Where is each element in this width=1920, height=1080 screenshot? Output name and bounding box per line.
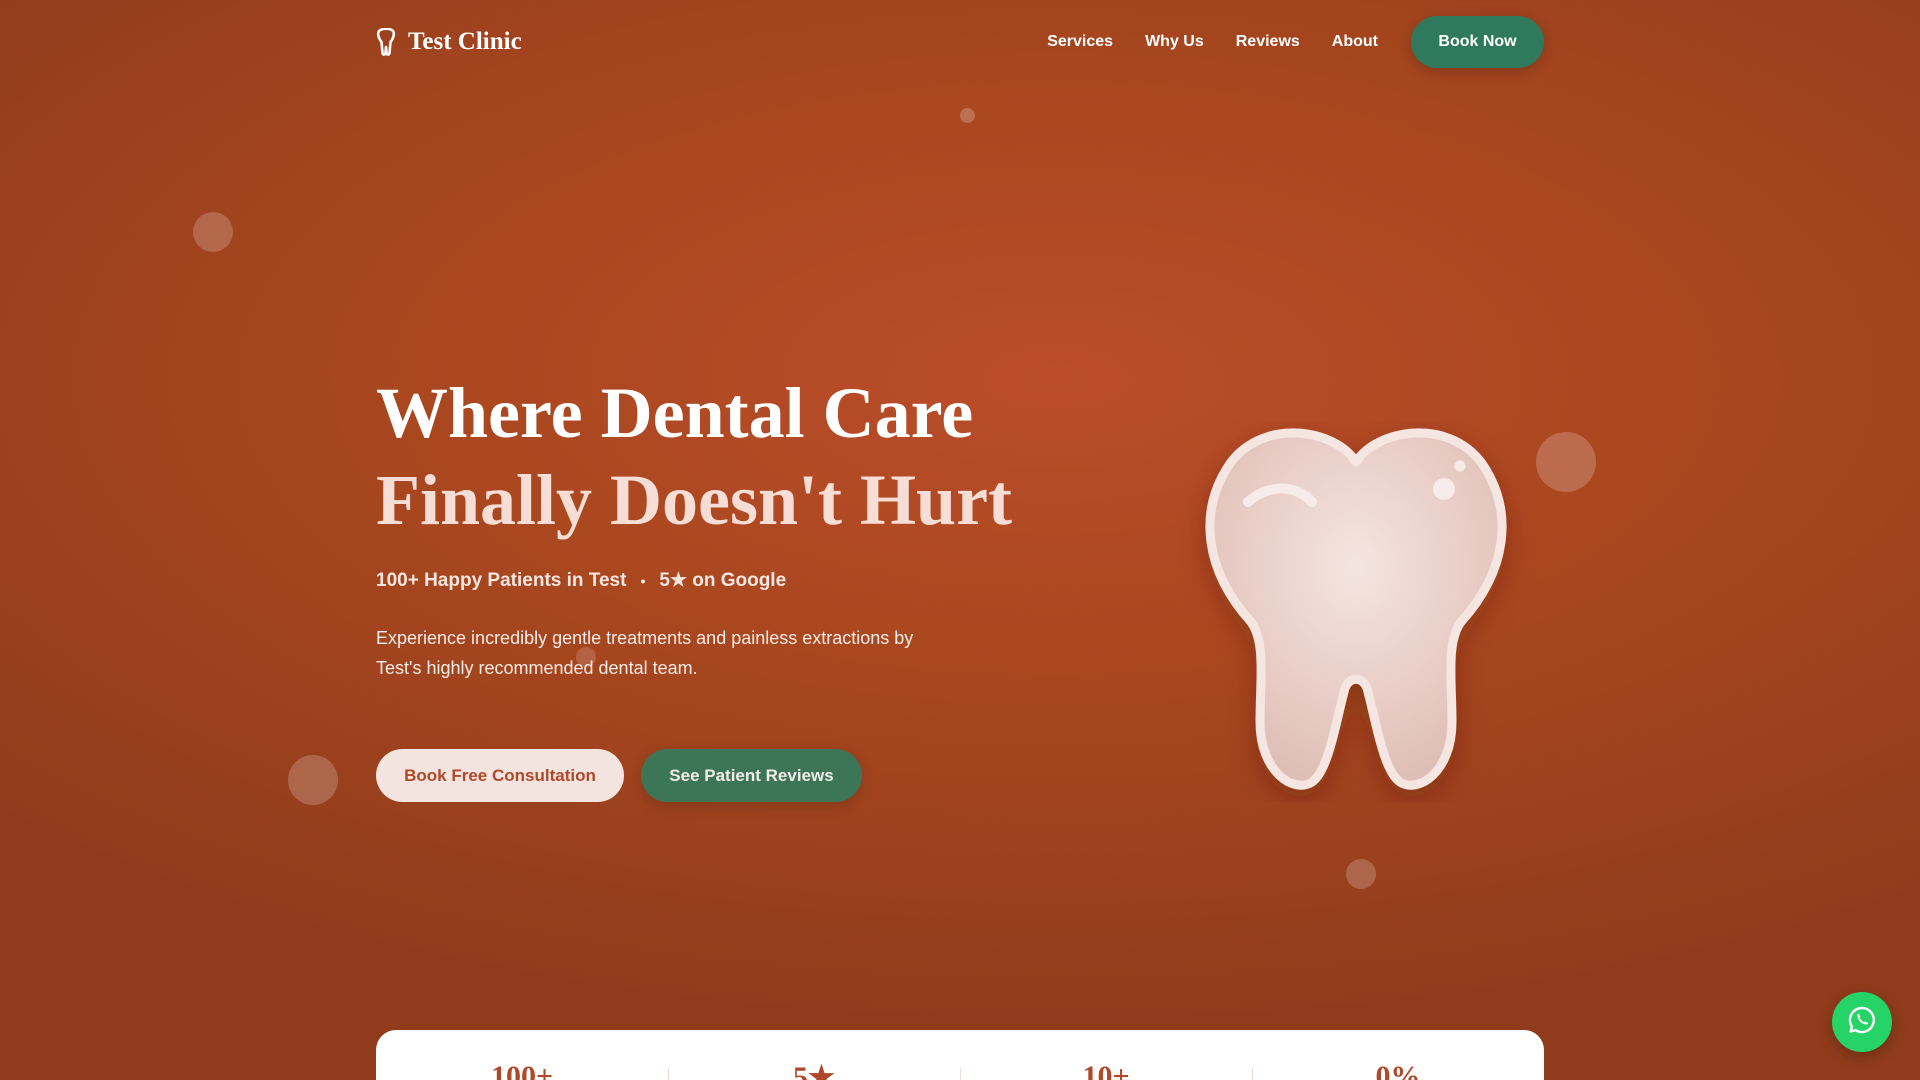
whatsapp-icon <box>1847 1005 1877 1040</box>
brand-logo-link[interactable]: Test Clinic <box>376 28 522 56</box>
nav-link-services[interactable]: Services <box>1047 33 1113 51</box>
book-now-button[interactable]: Book Now <box>1411 16 1544 68</box>
decorative-bubble <box>193 212 233 252</box>
stats-bar: 100+ 5★ 10+ 0% <box>376 1030 1544 1080</box>
top-navigation: Test Clinic Services Why Us Reviews Abou… <box>376 16 1544 68</box>
whatsapp-chat-button[interactable] <box>1832 992 1892 1052</box>
hero-section: Where Dental Care Finally Doesn't Hurt 1… <box>376 370 1056 802</box>
book-free-consultation-button[interactable]: Book Free Consultation <box>376 749 624 802</box>
decorative-bubble <box>1346 859 1376 889</box>
nav-link-about[interactable]: About <box>1332 33 1378 51</box>
decorative-bubble <box>1536 432 1596 492</box>
tooth-illustration <box>1176 422 1536 802</box>
decorative-bubble <box>576 647 596 667</box>
decorative-bubble <box>960 108 975 123</box>
see-patient-reviews-button[interactable]: See Patient Reviews <box>641 749 862 802</box>
google-rating-text: 5★ on Google <box>659 570 787 591</box>
hero-description: Experience incredibly gentle treatments … <box>376 628 914 678</box>
hero-title-line-1: Where Dental Care <box>376 373 974 453</box>
hero-title: Where Dental Care Finally Doesn't Hurt <box>376 370 1056 544</box>
hero-cta-group: Book Free Consultation See Patient Revie… <box>376 749 1056 802</box>
hero-title-line-2: Finally Doesn't Hurt <box>376 460 1013 540</box>
stat-pain: 0% <box>1252 1030 1544 1080</box>
social-proof: 100+ Happy Patients in Test • 5★ on Goog… <box>376 569 1056 592</box>
decorative-bubble <box>288 755 338 805</box>
nav-link-reviews[interactable]: Reviews <box>1236 33 1300 51</box>
tooth-icon <box>376 28 396 56</box>
patients-count-text: 100+ Happy Patients in Test <box>376 569 627 591</box>
stat-rating: 5★ <box>668 1030 960 1080</box>
nav-links: Services Why Us Reviews About Book Now <box>1015 16 1544 68</box>
nav-link-why-us[interactable]: Why Us <box>1145 33 1204 51</box>
stat-years: 10+ <box>960 1030 1252 1080</box>
brand-name: Test Clinic <box>408 28 522 55</box>
separator-dot: • <box>640 572 646 589</box>
stat-patients: 100+ <box>490 1060 554 1080</box>
